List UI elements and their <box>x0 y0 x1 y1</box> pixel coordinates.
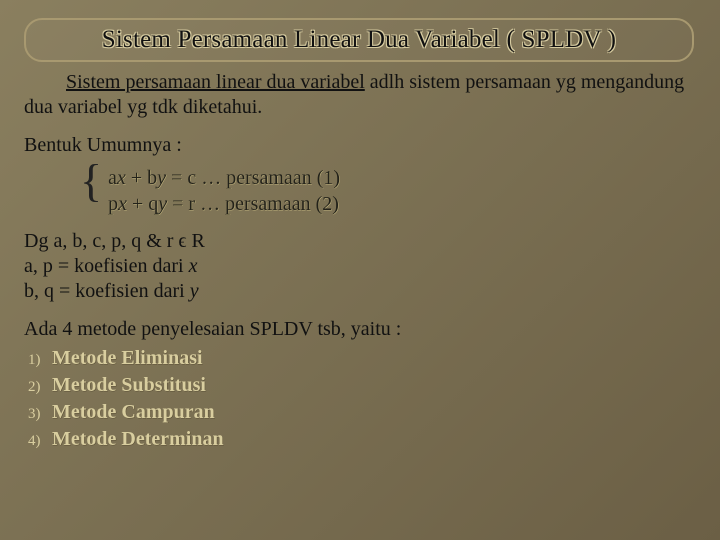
list-item: 2) Metode Substitusi <box>28 372 696 399</box>
list-item: 1) Metode Eliminasi <box>28 345 696 372</box>
methods-intro: Ada 4 metode penyelesaian SPLDV tsb, yai… <box>24 318 696 341</box>
list-number: 1) <box>28 350 52 370</box>
methods-list: 1) Metode Eliminasi 2) Metode Substitusi… <box>24 345 696 453</box>
intro-text: Sistem persamaan linear dua variabel adl… <box>24 70 696 120</box>
method-name: Metode Eliminasi <box>52 345 203 372</box>
slide: Sistem Persamaan Linear Dua Variabel ( S… <box>0 0 720 540</box>
bentuk-label: Bentuk Umumnya : <box>24 134 696 157</box>
equation-block: { ax + by = c … persamaan (1) px + qy = … <box>80 165 696 217</box>
note-line-1: Dg a, b, c, p, q & r ϵ R <box>24 229 696 254</box>
equation-2: px + qy = r … persamaan (2) <box>108 191 340 217</box>
note-line-3: b, q = koefisien dari y <box>24 279 696 304</box>
note-line-2: a, p = koefisien dari x <box>24 254 696 279</box>
method-name: Metode Substitusi <box>52 372 206 399</box>
list-number: 2) <box>28 377 52 397</box>
equation-1: ax + by = c … persamaan (1) <box>108 165 340 191</box>
intro-underlined: Sistem persamaan linear dua variabel <box>66 71 365 93</box>
notes-block: Dg a, b, c, p, q & r ϵ R a, p = koefisie… <box>24 229 696 304</box>
list-number: 4) <box>28 431 52 451</box>
title-box: Sistem Persamaan Linear Dua Variabel ( S… <box>24 18 694 62</box>
method-name: Metode Campuran <box>52 399 215 426</box>
list-item: 3) Metode Campuran <box>28 399 696 426</box>
equations: ax + by = c … persamaan (1) px + qy = r … <box>108 165 340 217</box>
page-title: Sistem Persamaan Linear Dua Variabel ( S… <box>40 26 678 54</box>
brace-icon: { <box>80 159 102 203</box>
list-number: 3) <box>28 404 52 424</box>
method-name: Metode Determinan <box>52 426 224 453</box>
list-item: 4) Metode Determinan <box>28 426 696 453</box>
